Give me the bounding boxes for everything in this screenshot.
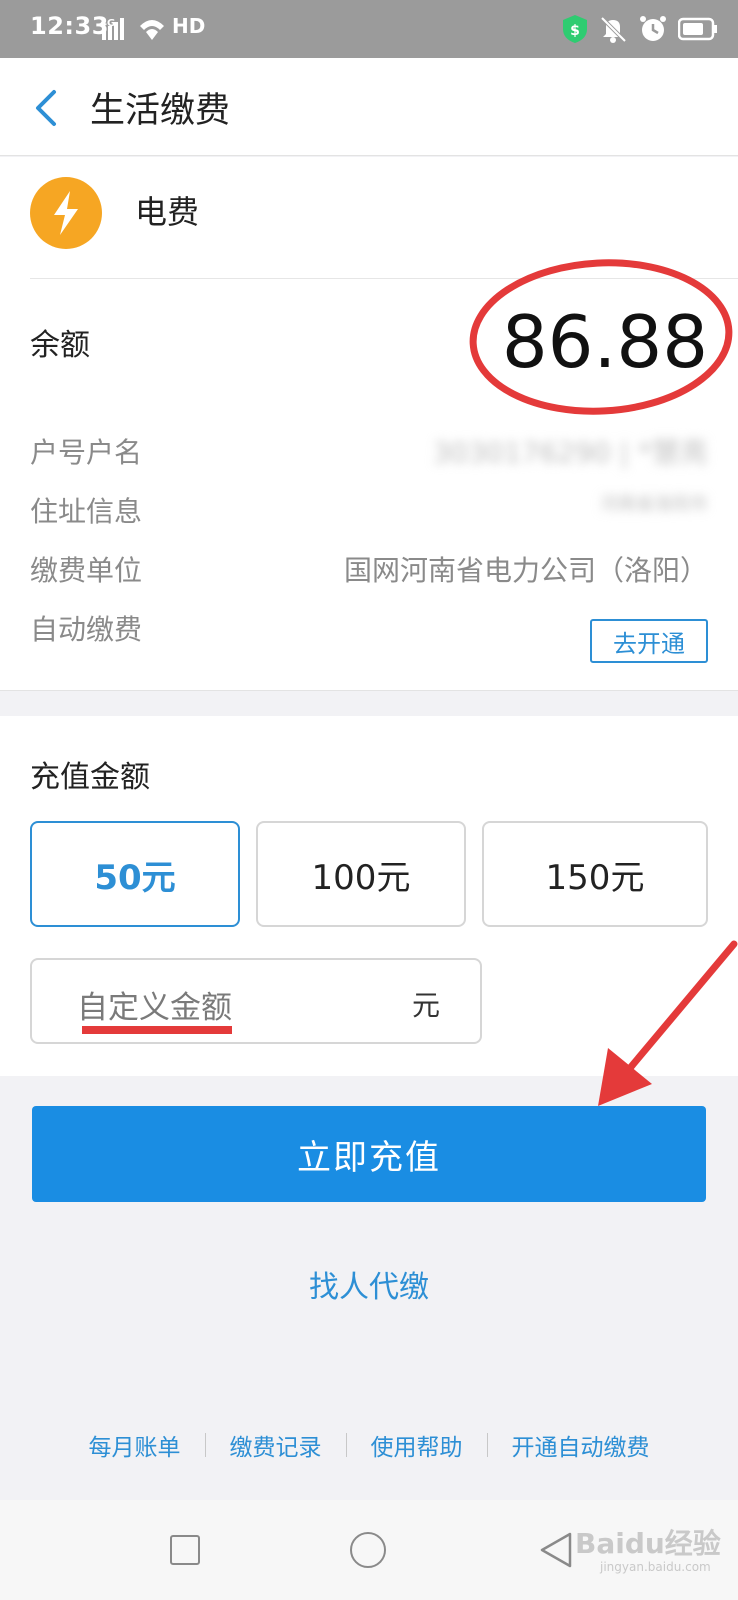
footer-links: 每月账单 缴费记录 使用帮助 开通自动缴费 bbox=[0, 1428, 738, 1462]
custom-amount-unit: 元 bbox=[411, 989, 440, 1022]
status-bar: 12:33 4G HD $ bbox=[0, 0, 738, 58]
account-label: 户号户名 bbox=[30, 436, 143, 469]
recharge-title: 充值金额 bbox=[30, 760, 150, 795]
mute-icon bbox=[600, 16, 627, 43]
custom-amount-placeholder: 自定义金额 bbox=[77, 990, 232, 1026]
watermark-logo: Baidu经验 bbox=[575, 1527, 721, 1560]
page-title: 生活缴费 bbox=[90, 91, 231, 131]
status-time: 12:33 bbox=[30, 12, 109, 40]
payment-records-link[interactable]: 缴费记录 bbox=[230, 1428, 322, 1462]
address-value: 河南省洛阳市 bbox=[600, 494, 708, 515]
shield-icon: $ bbox=[563, 15, 587, 43]
divider bbox=[345, 1433, 347, 1457]
amount-option-100[interactable]: 100元 bbox=[256, 821, 466, 927]
battery-icon bbox=[678, 17, 717, 41]
annotation-arrow bbox=[598, 940, 738, 1106]
divider bbox=[486, 1433, 488, 1457]
lightning-icon bbox=[54, 191, 78, 235]
alarm-icon bbox=[640, 16, 666, 41]
svg-text:4G: 4G bbox=[100, 18, 115, 29]
monthly-bill-link[interactable]: 每月账单 bbox=[89, 1428, 181, 1462]
recents-icon[interactable] bbox=[170, 1535, 200, 1565]
recharge-now-button[interactable]: 立即充值 bbox=[32, 1106, 706, 1202]
pay-for-others-link[interactable]: 找人代缴 bbox=[0, 1262, 738, 1306]
amount-option-50[interactable]: 50元 bbox=[30, 821, 240, 927]
divider bbox=[204, 1433, 206, 1457]
back-triangle-icon[interactable] bbox=[536, 1530, 576, 1570]
hd-label: HD bbox=[172, 14, 206, 38]
payee-value: 国网河南省电力公司（洛阳） bbox=[343, 554, 708, 587]
payee-label: 缴费单位 bbox=[30, 554, 143, 587]
bill-type-name: 电费 bbox=[135, 193, 200, 231]
address-label: 住址信息 bbox=[30, 495, 143, 528]
enable-auto-pay-button[interactable]: 去开通 bbox=[590, 619, 708, 663]
auto-pay-label: 自动缴费 bbox=[30, 613, 143, 646]
electricity-badge bbox=[30, 177, 102, 249]
balance-label: 余额 bbox=[30, 328, 90, 363]
amount-option-150[interactable]: 150元 bbox=[482, 821, 708, 927]
annotation-underline bbox=[82, 1026, 232, 1034]
account-value: 3030176290 | *慧亮 bbox=[432, 436, 708, 469]
help-link[interactable]: 使用帮助 bbox=[371, 1428, 463, 1462]
enable-auto-pay-link[interactable]: 开通自动缴费 bbox=[512, 1428, 650, 1462]
watermark-url: jingyan.baidu.com bbox=[600, 1560, 711, 1574]
svg-text:$: $ bbox=[570, 23, 580, 39]
app-header: 生活缴费 bbox=[0, 58, 738, 156]
bill-card: 电费 余额 86.88 户号户名 3030176290 | *慧亮 住址信息 河… bbox=[0, 157, 738, 691]
home-icon[interactable] bbox=[350, 1532, 386, 1568]
chevron-left-icon[interactable] bbox=[30, 86, 62, 130]
annotation-circle bbox=[469, 259, 733, 415]
